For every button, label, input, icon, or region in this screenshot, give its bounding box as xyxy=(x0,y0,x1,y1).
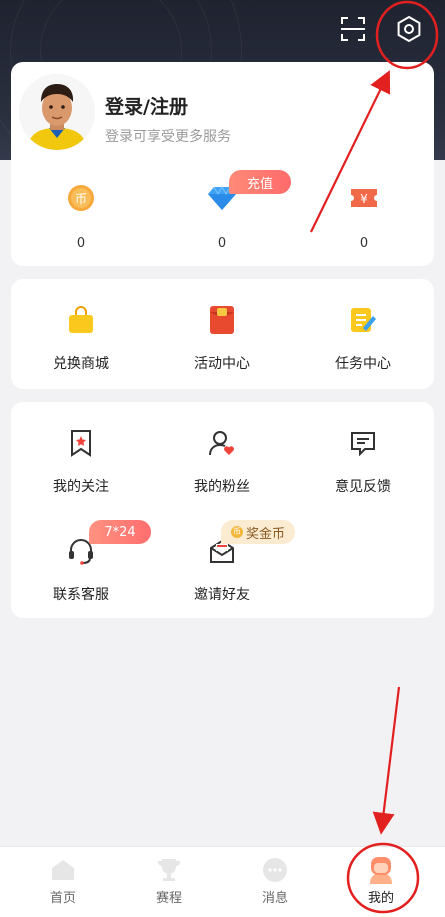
coin-count: 0 xyxy=(76,236,86,251)
exchange-mall-label: 兑换商城 xyxy=(53,356,109,372)
my-fans-label: 我的粉丝 xyxy=(194,479,250,495)
ticket-icon: ¥ xyxy=(324,180,404,216)
home-icon xyxy=(33,857,93,883)
task-center-item[interactable]: 任务中心 xyxy=(313,301,413,373)
customer-service-label: 联系客服 xyxy=(53,587,109,603)
activity-center-label: 活动中心 xyxy=(194,356,250,372)
feedback-item[interactable]: 意见反馈 xyxy=(313,424,413,496)
feedback-label: 意见反馈 xyxy=(335,479,391,495)
chat-icon xyxy=(245,857,305,883)
task-icon xyxy=(313,301,413,339)
ticket-stat[interactable]: ¥ 0 xyxy=(324,180,404,251)
tab-mine[interactable]: 我的 xyxy=(351,857,411,906)
tab-schedule-label: 赛程 xyxy=(155,891,182,906)
feedback-icon xyxy=(313,424,413,462)
reward-coin-text: 奖金币 xyxy=(245,526,285,542)
tab-home[interactable]: 首页 xyxy=(33,857,93,906)
functions-card: 我的关注 我的粉丝 意见反馈 联系客服 7*24 邀请好友 币 奖金币 xyxy=(11,402,434,618)
profile-card: 登录/注册 登录可享受更多服务 币 0 0 充值 ¥ 0 xyxy=(11,62,434,266)
tab-mine-label: 我的 xyxy=(367,891,394,906)
reward-coin-badge: 币 奖金币 xyxy=(221,520,295,544)
svg-text:¥: ¥ xyxy=(360,192,368,206)
avatar[interactable] xyxy=(19,74,95,150)
mine-tab-pointer-arrow xyxy=(372,686,401,835)
my-follows-label: 我的关注 xyxy=(53,479,109,495)
settings-icon[interactable] xyxy=(392,12,426,46)
bookmark-star-icon xyxy=(31,424,131,462)
profile-icon xyxy=(351,857,411,884)
login-register-link[interactable]: 登录/注册 xyxy=(105,92,188,119)
invite-friends-label: 邀请好友 xyxy=(194,587,250,603)
login-subtitle: 登录可享受更多服务 xyxy=(105,129,231,145)
trophy-icon xyxy=(139,857,199,883)
coin-dot-icon: 币 xyxy=(230,526,243,538)
red-envelope-icon xyxy=(172,301,272,339)
exchange-mall-item[interactable]: 兑换商城 xyxy=(31,301,131,373)
service-hours-badge: 7*24 xyxy=(89,520,151,544)
my-follows-item[interactable]: 我的关注 xyxy=(31,424,131,496)
tab-messages[interactable]: 消息 xyxy=(245,857,305,906)
coin-stat[interactable]: 币 0 xyxy=(41,180,121,251)
scan-icon[interactable] xyxy=(336,12,370,46)
my-fans-item[interactable]: 我的粉丝 xyxy=(172,424,272,496)
bottom-tab-bar: 首页 赛程 消息 我的 xyxy=(0,846,445,917)
activity-center-item[interactable]: 活动中心 xyxy=(172,301,272,373)
tab-home-label: 首页 xyxy=(49,891,76,906)
coin-icon: 币 xyxy=(41,180,121,216)
recharge-button[interactable]: 充值 xyxy=(229,170,291,194)
fans-icon xyxy=(172,424,272,462)
services-card: 兑换商城 活动中心 任务中心 xyxy=(11,279,434,389)
shopping-bag-icon xyxy=(31,301,131,339)
tab-schedule[interactable]: 赛程 xyxy=(139,857,199,906)
diamond-count: 0 xyxy=(217,236,227,251)
svg-text:币: 币 xyxy=(75,192,87,206)
tab-messages-label: 消息 xyxy=(261,891,288,906)
ticket-count: 0 xyxy=(359,236,369,251)
task-center-label: 任务中心 xyxy=(335,356,391,372)
